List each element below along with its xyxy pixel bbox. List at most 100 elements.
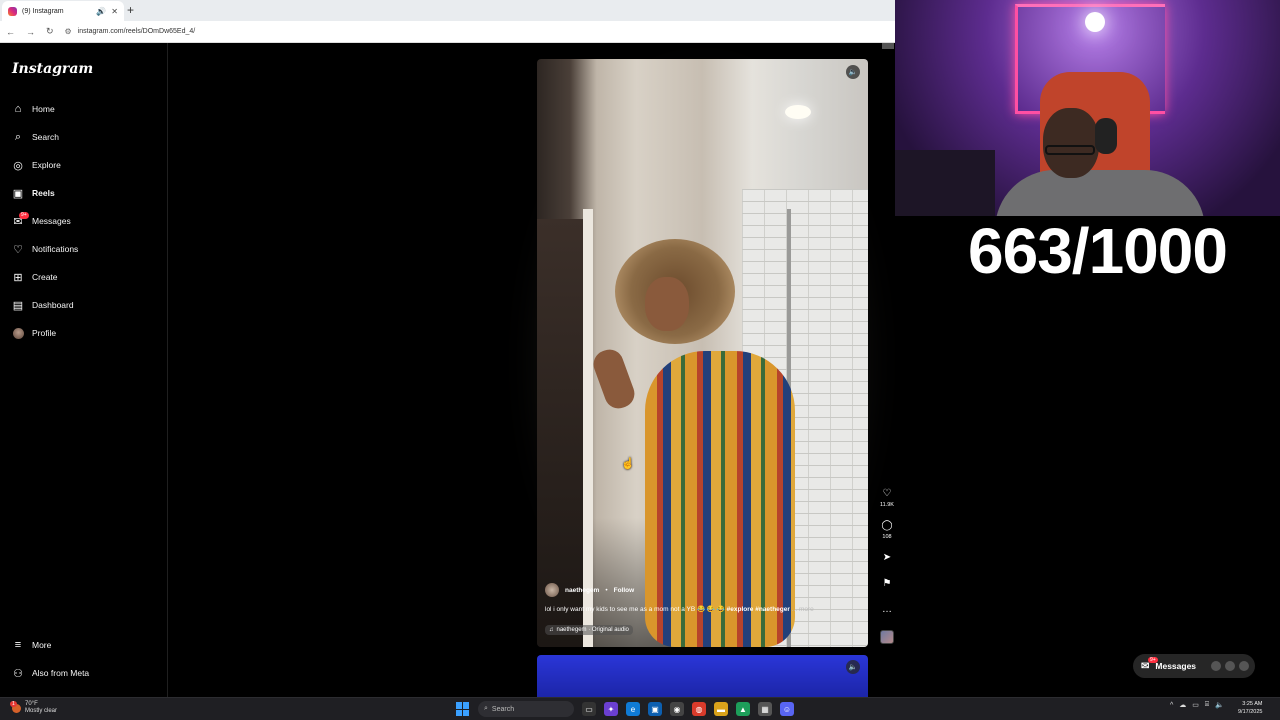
taskbar-clock[interactable]: 3:25 AM 9/17/2025	[1238, 700, 1262, 716]
avatar	[1224, 660, 1237, 672]
display-icon[interactable]: ▭	[1192, 701, 1199, 709]
store-icon[interactable]: ▣	[648, 702, 662, 716]
like-button[interactable]: ♡ 11.9K	[877, 488, 897, 520]
sidebar-item-explore[interactable]: ◎ Explore	[0, 151, 168, 179]
search-icon: ⌕	[14, 130, 22, 143]
sidebar: Instagram ⌂ Home ⌕ Search ◎ Explore ▣ Re…	[0, 43, 168, 697]
dashboard-icon: ▤	[12, 299, 24, 312]
forward-icon[interactable]: →	[26, 27, 35, 37]
sidebar-item-profile[interactable]: Profile	[0, 319, 168, 347]
weather-icon: 1	[10, 700, 21, 713]
audio-thumbnail-button[interactable]	[877, 630, 897, 656]
sidebar-item-reels[interactable]: ▣ Reels	[0, 179, 168, 207]
edge-icon[interactable]: e	[626, 702, 640, 716]
sidebar-item-more[interactable]: ≡ More	[0, 631, 168, 659]
audio-thumbnail	[880, 630, 894, 644]
search-icon: ⌕	[484, 705, 488, 712]
new-tab-button[interactable]: +	[127, 3, 134, 17]
messages-pill-label: Messages	[1155, 661, 1197, 671]
tab-strip: (9) Instagram 🔊 ✕ +	[0, 0, 895, 21]
sidebar-item-label: Notifications	[32, 244, 79, 254]
messages-pill[interactable]: ✉ 9+ Messages	[1133, 654, 1255, 678]
tab-title: (9) Instagram	[22, 7, 64, 15]
address-bar[interactable]: ⚙ instagram.com/reels/DOmDw65Ed_4/	[65, 27, 196, 36]
sidebar-item-also-from-meta[interactable]: ⚇ Also from Meta	[0, 659, 168, 687]
share-button[interactable]: ➤	[877, 552, 897, 578]
screen: (9) Instagram 🔊 ✕ + ← → ↻ ⚙ instagram.co…	[0, 0, 1280, 720]
mute-icon[interactable]: 🔈	[846, 65, 860, 79]
comment-icon: ◯	[881, 520, 893, 531]
sidebar-item-label: Search	[32, 132, 59, 142]
instagram-logo[interactable]: Instagram	[12, 61, 93, 77]
comment-button[interactable]: ◯ 108	[877, 520, 897, 552]
messenger-icon: ✉ 9+	[1141, 656, 1158, 672]
webcam-person-body	[995, 170, 1205, 216]
cloud-icon[interactable]: ☁	[1179, 701, 1186, 709]
back-icon[interactable]: ←	[6, 27, 15, 37]
obs-icon[interactable]: ◉	[670, 702, 684, 716]
taskbar-apps: ⌕ Search ▭ ✦ e ▣ ◉ ◍ ▬ ▲ ▦ ☺	[456, 701, 794, 717]
chevron-up-icon[interactable]: ^	[1170, 702, 1173, 709]
weather-widget[interactable]: 1 70°F Mostly clear	[10, 700, 57, 715]
site-info-icon[interactable]: ⚙	[65, 27, 72, 36]
sidebar-item-label: Profile	[32, 328, 57, 338]
comment-count: 108	[882, 534, 892, 540]
heart-icon: ♡	[13, 243, 23, 256]
caption-hashtags[interactable]: #explore #naetheger	[727, 606, 790, 613]
speaker-icon[interactable]: 🔊	[96, 7, 106, 16]
url-text[interactable]: instagram.com/reels/DOmDw65Ed_4/	[78, 28, 196, 35]
avatar	[1238, 660, 1251, 672]
weather-temperature: 70°F	[25, 701, 38, 707]
discord-icon[interactable]: ☺	[780, 702, 794, 716]
chrome-icon[interactable]: ◍	[692, 702, 706, 716]
sidebar-item-label: Home	[32, 104, 55, 114]
sidebar-item-dashboard[interactable]: ▤ Dashboard	[0, 291, 168, 319]
webcam-background	[895, 150, 995, 216]
messages-badge: 9+	[19, 212, 29, 219]
tab-instagram[interactable]: (9) Instagram 🔊 ✕	[2, 1, 124, 21]
bookmark-icon: ⚑	[882, 578, 892, 589]
sidebar-item-search[interactable]: ⌕ Search	[0, 123, 168, 151]
sidebar-item-label: Messages	[32, 216, 71, 226]
caption-body: lol i only want my kids to see me as a m…	[545, 606, 727, 613]
sidebar-item-messages[interactable]: ✉ 9+ Messages	[0, 207, 168, 235]
app-icon[interactable]: ▲	[736, 702, 750, 716]
caption-text[interactable]: lol i only want my kids to see me as a m…	[545, 605, 855, 613]
mute-icon[interactable]: 🔈	[846, 660, 860, 674]
system-tray: ^ ☁ ▭ ⌸ 🔈	[1170, 701, 1224, 709]
reload-icon[interactable]: ↻	[46, 26, 54, 37]
network-icon[interactable]: ⌸	[1205, 701, 1209, 709]
taskbar-search-placeholder: Search	[491, 705, 515, 713]
windows-start-icon[interactable]	[456, 702, 470, 716]
close-tab-icon[interactable]: ✕	[111, 7, 118, 16]
home-icon: ⌂	[14, 103, 22, 115]
save-button[interactable]: ⚑	[877, 578, 897, 604]
volume-icon[interactable]: 🔈	[1215, 701, 1224, 709]
video-person-arm	[589, 345, 639, 413]
sidebar-item-create[interactable]: ⊞ Create	[0, 263, 168, 291]
sidebar-item-label: Reels	[32, 188, 55, 198]
reel-username[interactable]: naethegem	[565, 587, 599, 594]
next-reel-preview[interactable]: 🔈	[537, 655, 868, 697]
meta-icon: ⚇	[13, 667, 23, 680]
caption-more-link[interactable]: ... more	[792, 606, 814, 613]
capture-icon[interactable]: ▦	[758, 702, 772, 716]
copilot-icon[interactable]: ✦	[604, 702, 618, 716]
sidebar-item-label: Create	[32, 272, 58, 282]
sidebar-item-notifications[interactable]: ♡ Notifications	[0, 235, 168, 263]
reel-video[interactable]: 🔈 naethegem • Follow lol i only want my …	[537, 59, 868, 647]
scrollbar[interactable]	[882, 43, 894, 49]
avatar[interactable]	[545, 583, 559, 597]
audio-link[interactable]: ♫ naethegem · Original audio	[545, 625, 633, 635]
sidebar-item-label: Also from Meta	[32, 668, 90, 678]
task-view-icon[interactable]: ▭	[582, 702, 596, 716]
avatar	[1210, 660, 1223, 672]
messages-pill-badge: 9+	[1148, 656, 1158, 663]
file-explorer-icon[interactable]: ▬	[714, 702, 728, 716]
taskbar-search[interactable]: ⌕ Search	[478, 701, 574, 717]
sidebar-item-home[interactable]: ⌂ Home	[0, 95, 168, 123]
more-options-button[interactable]: …	[877, 604, 897, 630]
webcam-overlay	[895, 0, 1280, 216]
clock-time: 3:25 AM	[1242, 701, 1263, 707]
follow-button[interactable]: Follow	[614, 587, 635, 594]
